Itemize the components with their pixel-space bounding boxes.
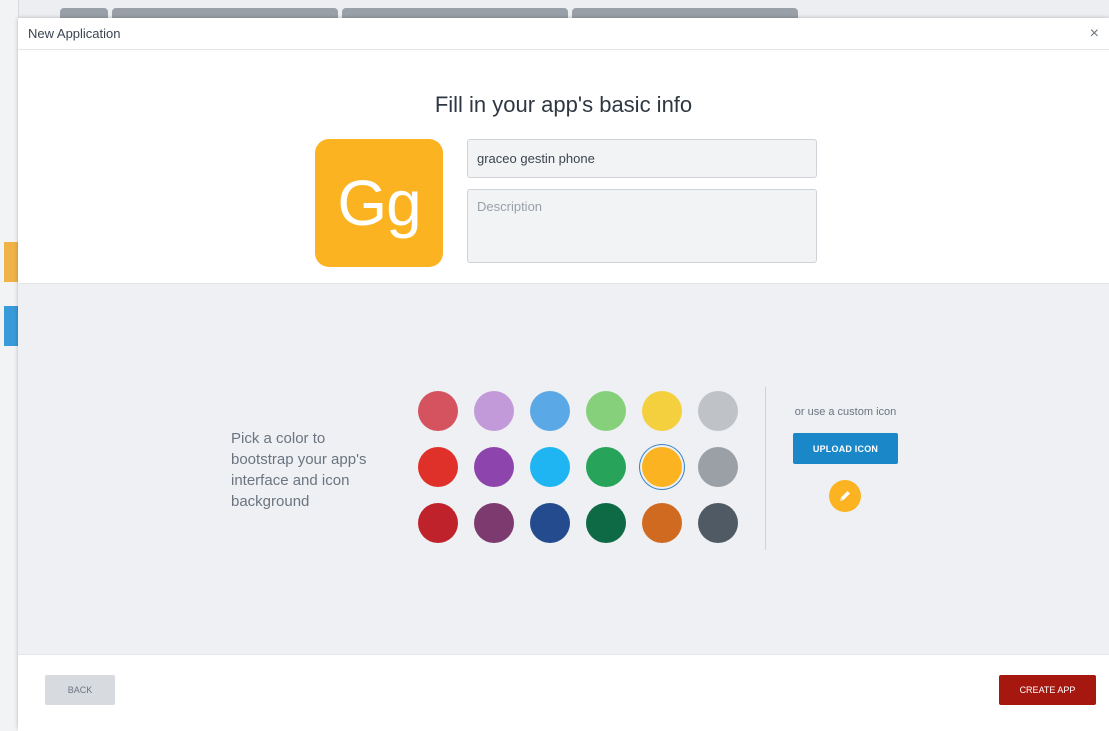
edit-icon-button[interactable] xyxy=(829,480,861,512)
page-title: Fill in your app's basic info xyxy=(434,92,693,117)
color-swatch[interactable] xyxy=(586,503,626,543)
divider xyxy=(765,387,766,550)
color-swatch[interactable] xyxy=(474,391,514,431)
color-swatch[interactable] xyxy=(586,447,626,487)
color-swatch[interactable] xyxy=(474,503,514,543)
background-chip xyxy=(4,306,18,346)
color-swatch[interactable] xyxy=(586,391,626,431)
background-sidebar xyxy=(0,0,19,731)
color-swatch[interactable] xyxy=(642,503,682,543)
close-icon[interactable]: × xyxy=(1090,25,1099,42)
color-swatch[interactable] xyxy=(530,503,570,543)
custom-icon-label: or use a custom icon xyxy=(794,406,897,418)
color-swatch[interactable] xyxy=(642,391,682,431)
pencil-icon xyxy=(840,491,850,501)
description-input[interactable] xyxy=(467,189,817,263)
color-swatch[interactable] xyxy=(418,447,458,487)
background-tab xyxy=(60,8,108,18)
back-button[interactable]: BACK xyxy=(45,675,115,705)
background-tab xyxy=(112,8,338,18)
color-swatch[interactable] xyxy=(418,391,458,431)
basic-info-section: Fill in your app's basic info Gg xyxy=(18,50,1109,283)
color-swatch[interactable] xyxy=(698,391,738,431)
color-swatch[interactable] xyxy=(530,447,570,487)
color-swatch[interactable] xyxy=(474,447,514,487)
color-swatch[interactable] xyxy=(642,447,682,487)
background-tabs xyxy=(60,8,798,18)
color-picker-section: Pick a color to bootstrap your app's int… xyxy=(18,283,1109,655)
background-tab xyxy=(572,8,798,18)
color-swatch[interactable] xyxy=(530,391,570,431)
color-swatch[interactable] xyxy=(698,503,738,543)
color-swatch[interactable] xyxy=(418,503,458,543)
color-picker-prompt: Pick a color to bootstrap your app's int… xyxy=(231,430,367,510)
background-chip xyxy=(4,242,18,282)
dialog-footer: BACK CREATE APP xyxy=(18,655,1109,731)
dialog-header: New Application × xyxy=(18,18,1109,50)
create-app-button[interactable]: CREATE APP xyxy=(999,675,1096,705)
app-icon-preview: Gg xyxy=(315,139,443,267)
upload-icon-button[interactable]: UPLOAD ICON xyxy=(793,433,898,464)
color-swatch[interactable] xyxy=(698,447,738,487)
new-application-dialog: New Application × Fill in your app's bas… xyxy=(18,18,1109,731)
dialog-title: New Application xyxy=(28,26,121,41)
app-icon-initials: Gg xyxy=(337,167,421,239)
background-tab xyxy=(342,8,568,18)
app-name-input[interactable] xyxy=(467,139,817,178)
